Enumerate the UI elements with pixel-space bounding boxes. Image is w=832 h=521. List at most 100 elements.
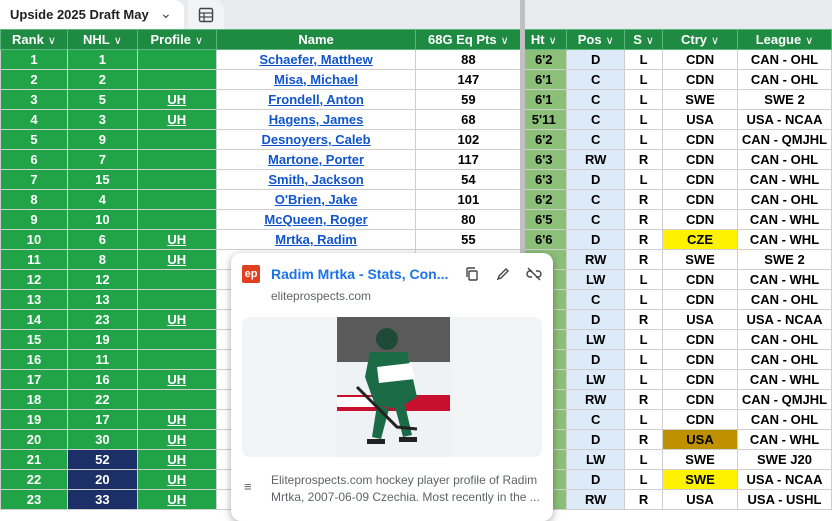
profile-link-cell[interactable] <box>136 189 217 210</box>
rank-cell[interactable]: 18 <box>0 389 68 410</box>
profile-link-cell[interactable] <box>136 169 217 190</box>
rank-cell[interactable]: 17 <box>0 369 68 390</box>
profile-link-cell[interactable]: UH <box>136 249 217 270</box>
nhl-cell[interactable]: 5 <box>66 89 138 110</box>
nhl-cell[interactable]: 22 <box>66 389 138 410</box>
country-cell[interactable]: USA <box>662 109 738 130</box>
header-pos[interactable]: Pos ∨ <box>566 29 626 50</box>
rank-cell[interactable]: 21 <box>0 449 68 470</box>
nhl-cell[interactable]: 52 <box>66 449 138 470</box>
profile-link-cell[interactable]: UH <box>136 409 217 430</box>
nhl-cell[interactable]: 9 <box>66 129 138 150</box>
position-cell[interactable]: RW <box>566 489 626 510</box>
league-cell[interactable]: USA - NCAA <box>736 469 832 490</box>
country-cell[interactable]: CDN <box>662 49 738 70</box>
country-cell[interactable]: CDN <box>662 189 738 210</box>
shoots-cell[interactable]: L <box>624 89 664 110</box>
profile-link-cell[interactable]: UH <box>136 469 217 490</box>
position-cell[interactable]: D <box>566 169 626 190</box>
position-cell[interactable]: D <box>566 469 626 490</box>
country-cell[interactable]: SWE <box>662 469 738 490</box>
shoots-cell[interactable]: L <box>624 289 664 310</box>
header-rank[interactable]: Rank ∨ <box>0 29 68 50</box>
position-cell[interactable]: D <box>566 229 626 250</box>
rank-cell[interactable]: 9 <box>0 209 68 230</box>
shoots-cell[interactable]: R <box>624 189 664 210</box>
profile-link-cell[interactable] <box>136 289 217 310</box>
nhl-cell[interactable]: 2 <box>66 69 138 90</box>
nhl-cell[interactable]: 30 <box>66 429 138 450</box>
rank-cell[interactable]: 5 <box>0 129 68 150</box>
shoots-cell[interactable]: R <box>624 389 664 410</box>
position-cell[interactable]: D <box>566 349 626 370</box>
league-cell[interactable]: USA - NCAA <box>736 309 832 330</box>
height-cell[interactable]: 6'1 <box>520 89 568 110</box>
player-name-link[interactable]: Mrtka, Radim <box>215 229 417 250</box>
profile-link-cell[interactable]: UH <box>136 449 217 470</box>
shoots-cell[interactable]: L <box>624 329 664 350</box>
nhl-cell[interactable]: 12 <box>66 269 138 290</box>
profile-link-cell[interactable]: UH <box>136 109 217 130</box>
country-cell[interactable]: SWE <box>662 89 738 110</box>
shoots-cell[interactable]: L <box>624 109 664 130</box>
rank-cell[interactable]: 8 <box>0 189 68 210</box>
league-cell[interactable]: SWE J20 <box>736 449 832 470</box>
shoots-cell[interactable]: R <box>624 249 664 270</box>
position-cell[interactable]: RW <box>566 389 626 410</box>
filter-chevron-icon[interactable]: ∨ <box>501 35 509 47</box>
position-cell[interactable]: C <box>566 209 626 230</box>
league-cell[interactable]: SWE 2 <box>736 89 832 110</box>
country-cell[interactable]: USA <box>662 429 738 450</box>
header-league[interactable]: League ∨ <box>736 29 832 50</box>
filter-chevron-icon[interactable]: ∨ <box>114 35 122 47</box>
header-profile[interactable]: Profile ∨ <box>136 29 217 50</box>
profile-link-cell[interactable] <box>136 129 217 150</box>
nhl-cell[interactable]: 10 <box>66 209 138 230</box>
profile-link-cell[interactable] <box>136 269 217 290</box>
profile-link-cell[interactable]: UH <box>136 489 217 510</box>
league-cell[interactable]: CAN - WHL <box>736 269 832 290</box>
rank-cell[interactable]: 10 <box>0 229 68 250</box>
position-cell[interactable]: C <box>566 289 626 310</box>
edit-pencil-icon[interactable] <box>492 263 514 285</box>
league-cell[interactable]: CAN - OHL <box>736 289 832 310</box>
header-ctry[interactable]: Ctry ∨ <box>662 29 738 50</box>
header-pts[interactable]: 68G Eq Pts ∨ <box>415 29 522 50</box>
shoots-cell[interactable]: L <box>624 169 664 190</box>
position-cell[interactable]: D <box>566 49 626 70</box>
position-cell[interactable]: C <box>566 129 626 150</box>
filter-chevron-icon[interactable]: ∨ <box>195 35 203 47</box>
player-name-link[interactable]: Martone, Porter <box>215 149 417 170</box>
country-cell[interactable]: CDN <box>662 369 738 390</box>
pts-cell[interactable]: 55 <box>415 229 522 250</box>
nhl-cell[interactable]: 13 <box>66 289 138 310</box>
pts-cell[interactable]: 54 <box>415 169 522 190</box>
country-cell[interactable]: CDN <box>662 349 738 370</box>
country-cell[interactable]: CDN <box>662 329 738 350</box>
rank-cell[interactable]: 13 <box>0 289 68 310</box>
header-s[interactable]: S ∨ <box>624 29 664 50</box>
league-cell[interactable]: CAN - QMJHL <box>736 389 832 410</box>
league-cell[interactable]: CAN - OHL <box>736 349 832 370</box>
header-name[interactable]: Name <box>215 29 417 50</box>
profile-link-cell[interactable]: UH <box>136 369 217 390</box>
shoots-cell[interactable]: L <box>624 349 664 370</box>
sheet-tab[interactable]: Upside 2025 Draft May ⌄ <box>0 0 184 29</box>
position-cell[interactable]: D <box>566 429 626 450</box>
league-cell[interactable]: CAN - WHL <box>736 369 832 390</box>
rank-cell[interactable]: 20 <box>0 429 68 450</box>
profile-link-cell[interactable] <box>136 209 217 230</box>
filter-chevron-icon[interactable]: ∨ <box>549 35 557 47</box>
position-cell[interactable]: C <box>566 409 626 430</box>
player-name-link[interactable]: McQueen, Roger <box>215 209 417 230</box>
position-cell[interactable]: LW <box>566 329 626 350</box>
league-cell[interactable]: CAN - OHL <box>736 329 832 350</box>
player-name-link[interactable]: Misa, Michael <box>215 69 417 90</box>
profile-link-cell[interactable]: UH <box>136 309 217 330</box>
profile-link-cell[interactable]: UH <box>136 89 217 110</box>
country-cell[interactable]: USA <box>662 489 738 510</box>
league-cell[interactable]: CAN - WHL <box>736 429 832 450</box>
nhl-cell[interactable]: 3 <box>66 109 138 130</box>
pts-cell[interactable]: 88 <box>415 49 522 70</box>
nhl-cell[interactable]: 11 <box>66 349 138 370</box>
